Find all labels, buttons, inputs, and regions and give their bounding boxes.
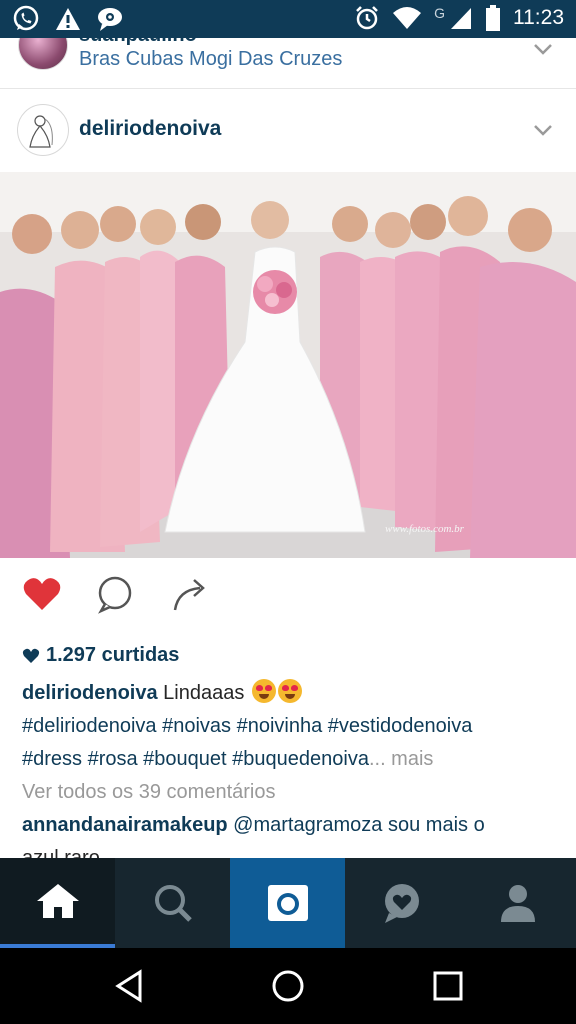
network-type-label: G xyxy=(434,5,445,21)
likes-text: 1.297 curtidas xyxy=(46,644,180,666)
wifi-icon xyxy=(393,7,422,29)
chevron-down-icon[interactable] xyxy=(532,119,554,141)
previous-post-header: suanpaulino Bras Cubas Mogi Das Cruzes xyxy=(0,38,576,89)
status-left-icons xyxy=(12,5,124,33)
likes-count[interactable]: 1.297 curtidas xyxy=(22,644,179,667)
caption-text: Lindaaas xyxy=(157,682,250,704)
caption-line: deliriodenoiva Lindaaas xyxy=(22,677,562,710)
previous-post-location[interactable]: Bras Cubas Mogi Das Cruzes xyxy=(79,48,342,71)
bridal-party-photo: www.fotos.com.br xyxy=(0,172,576,558)
status-right-icons: G 11:23 xyxy=(354,4,564,32)
tab-camera[interactable] xyxy=(230,858,345,948)
like-heart-icon[interactable] xyxy=(22,574,62,614)
comment: annandanairamakeup @martagramoza sou mai… xyxy=(22,809,562,842)
chat-icon xyxy=(98,8,122,31)
search-icon xyxy=(154,885,192,922)
alert-icon xyxy=(56,8,80,30)
hashtags-line-1[interactable]: #deliriodenoiva #noivas #noivinha #vesti… xyxy=(22,710,562,743)
signal-icon xyxy=(451,8,471,29)
tab-profile[interactable] xyxy=(460,858,576,948)
activity-heart-icon xyxy=(384,884,419,923)
heart-eyes-emoji-icon xyxy=(277,679,302,703)
status-bar: G 11:23 xyxy=(0,0,576,38)
bride-logo-icon xyxy=(29,115,53,148)
comment-text: @martagramoza sou mais o xyxy=(227,814,485,836)
profile-icon xyxy=(501,885,535,922)
previous-post-username[interactable]: suanpaulino xyxy=(79,38,197,47)
tab-home[interactable] xyxy=(0,858,115,948)
system-navigation-bar xyxy=(0,948,576,1024)
chevron-down-icon[interactable] xyxy=(532,38,554,60)
hashtags-line-2-text[interactable]: #dress #rosa #bouquet #buquedenoiva xyxy=(22,748,369,770)
post-caption: deliriodenoiva Lindaaas #deliriodenoiva … xyxy=(22,677,562,875)
view-all-comments-link[interactable]: Ver todos os 39 comentários xyxy=(22,776,562,809)
bottom-tab-bar xyxy=(0,858,576,948)
whatsapp-icon xyxy=(13,5,39,31)
previous-post-avatar[interactable] xyxy=(18,38,68,70)
comment-icon[interactable] xyxy=(95,574,135,614)
more-link[interactable]: ... mais xyxy=(369,748,433,770)
tab-activity[interactable] xyxy=(345,858,460,948)
home-circle-icon[interactable] xyxy=(268,966,308,1006)
battery-icon xyxy=(486,5,500,31)
back-icon[interactable] xyxy=(110,966,150,1006)
photo-watermark: www.fotos.com.br xyxy=(385,523,465,535)
comment-username[interactable]: annandanairamakeup xyxy=(22,814,228,836)
status-time: 11:23 xyxy=(513,6,564,29)
share-icon[interactable] xyxy=(170,574,210,614)
recents-icon[interactable] xyxy=(428,966,468,1006)
heart-eyes-emoji-icon xyxy=(251,679,276,703)
post-username[interactable]: deliriodenoiva xyxy=(79,117,221,141)
post-avatar[interactable] xyxy=(17,104,69,156)
alarm-icon xyxy=(356,6,378,30)
caption-username[interactable]: deliriodenoiva xyxy=(22,682,158,704)
hashtags-line-2: #dress #rosa #bouquet #buquedenoiva... m… xyxy=(22,743,562,776)
camera-icon xyxy=(267,885,308,921)
post-photo[interactable]: www.fotos.com.br xyxy=(0,172,576,558)
post-header: deliriodenoiva xyxy=(0,89,576,172)
tab-search[interactable] xyxy=(115,858,230,948)
home-icon xyxy=(36,884,79,918)
small-heart-icon xyxy=(22,648,40,663)
post-actions xyxy=(0,558,576,628)
